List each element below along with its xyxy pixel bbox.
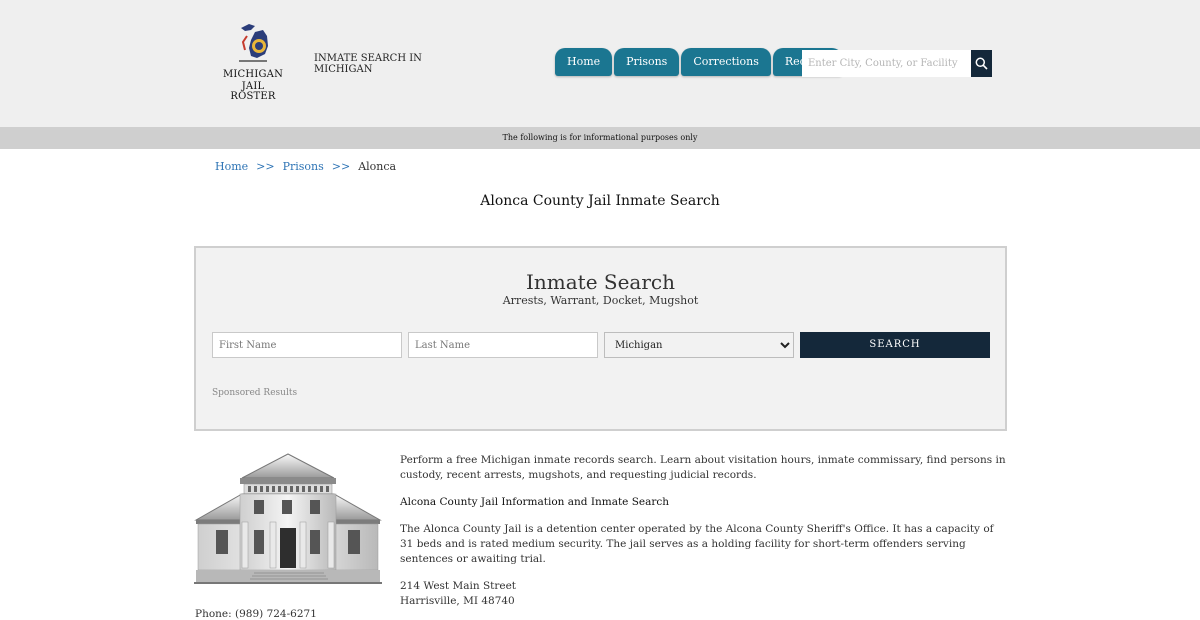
panel-subtitle: Arrests, Warrant, Docket, Mugshot (502, 294, 699, 307)
nav-corrections[interactable]: Corrections (681, 48, 771, 76)
address-line-2: Harrisville, MI 48740 (400, 595, 515, 607)
search-button[interactable]: SEARCH (800, 332, 990, 358)
logo-line-1: MICHIGAN (222, 69, 284, 80)
intro-paragraph: Perform a free Michigan inmate records s… (400, 454, 1006, 481)
state-select[interactable]: Michigan (604, 332, 794, 358)
michigan-map-icon (239, 24, 268, 62)
content-section: Perform a free Michigan inmate records s… (400, 453, 1010, 609)
breadcrumb-separator: >> (331, 160, 351, 173)
sponsored-results: Sponsored Results (212, 388, 298, 398)
description-paragraph: The Alonca County Jail is a detention ce… (400, 523, 994, 565)
breadcrumb-home[interactable]: Home (215, 160, 248, 173)
facility-search-input[interactable] (802, 50, 971, 77)
site-title: INMATE SEARCH IN MICHIGAN (314, 53, 422, 75)
courthouse-building-icon (194, 453, 382, 584)
site-header: MICHIGAN JAIL ROSTER INMATE SEARCH IN MI… (0, 0, 1200, 127)
first-name-input[interactable] (212, 332, 402, 358)
inmate-search-panel: Inmate Search Arrests, Warrant, Docket, … (194, 246, 1007, 431)
logo-line-2: JAIL ROSTER (230, 81, 276, 102)
nav-prisons[interactable]: Prisons (614, 48, 680, 76)
breadcrumb-separator: >> (256, 160, 275, 173)
panel-title: Inmate Search (525, 270, 675, 294)
phone-number: Phone: (989) 724-6271 (195, 608, 317, 620)
main-nav: Home Prisons Corrections Records (555, 48, 843, 76)
page-title: Alonca County Jail Inmate Search (480, 193, 720, 209)
breadcrumb-current: Alonca (358, 160, 397, 173)
header-search (802, 50, 992, 77)
search-icon (975, 57, 988, 70)
breadcrumb-prisons[interactable]: Prisons (283, 160, 324, 173)
info-subhead: Alcona County Jail Information and Inmat… (400, 496, 670, 508)
nav-home[interactable]: Home (555, 48, 613, 76)
address-line-1: 214 West Main Street (400, 580, 517, 592)
breadcrumb: Home >> Prisons >> Alonca (215, 160, 396, 173)
header-search-button[interactable] (971, 50, 992, 77)
notice-bar: The following is for informational purpo… (0, 127, 1200, 149)
last-name-input[interactable] (408, 332, 598, 358)
site-logo[interactable]: MICHIGAN JAIL ROSTER (222, 20, 284, 102)
